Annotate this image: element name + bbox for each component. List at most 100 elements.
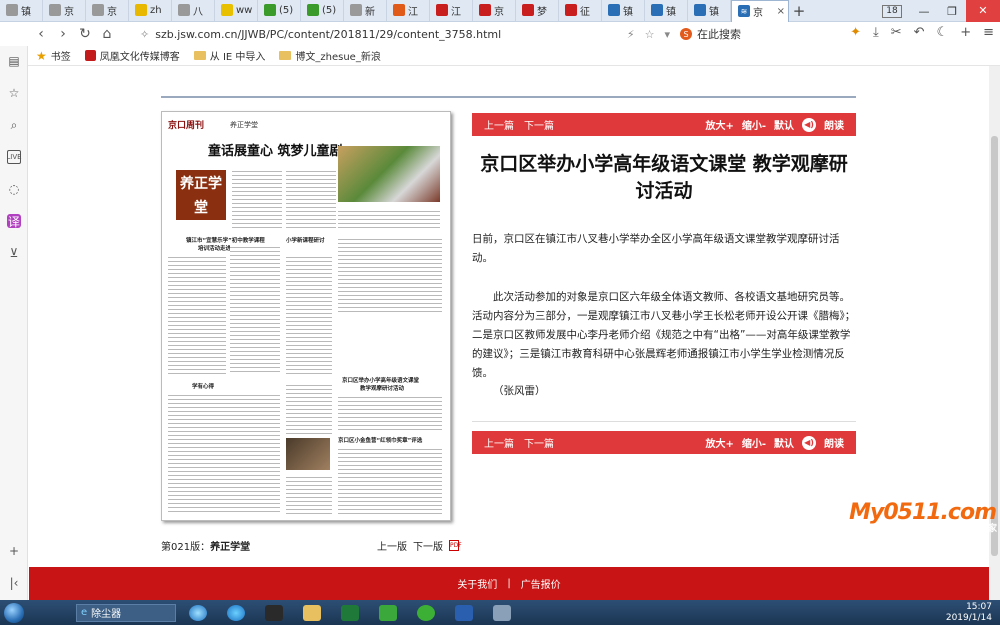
scrollbar-thumb[interactable] (991, 136, 998, 556)
download-icon[interactable]: ⤓ (873, 25, 879, 40)
zoom-out-button[interactable]: 缩小- (742, 117, 766, 132)
add-panel-icon[interactable]: + (7, 544, 21, 558)
search-placeholder[interactable]: 在此搜索 (697, 26, 741, 42)
taskbar-search-text[interactable]: 除尘器 (91, 605, 121, 620)
tab-13[interactable]: 征 (559, 0, 602, 21)
night-mode-icon[interactable]: ☾ (937, 25, 949, 40)
chat-icon[interactable]: ◌ (7, 182, 21, 196)
tab-8[interactable]: 新 (344, 0, 387, 21)
reading-list-icon[interactable]: ▤ (7, 54, 21, 68)
sub-headline[interactable]: 教学观摩研讨活动 (360, 384, 404, 392)
speaker-icon[interactable]: ◀) (802, 435, 816, 450)
compat-mode-icon[interactable]: ⚡ (627, 28, 635, 41)
system-clock[interactable]: 15:07 2019/1/14 (946, 602, 992, 624)
game-icon[interactable]: ✦ (850, 25, 861, 40)
back-button[interactable]: ‹ (30, 26, 52, 42)
undo-icon[interactable]: ↶ (914, 25, 925, 40)
restore-button[interactable]: ❐ (938, 5, 966, 18)
minimize-button[interactable]: — (910, 5, 938, 18)
windows-taskbar: e 除尘器 15:07 2019/1/14 (0, 600, 1000, 625)
read-aloud-button[interactable]: 朗读 (824, 117, 844, 132)
new-tab-button[interactable]: + (789, 2, 809, 20)
tab-9[interactable]: 江 (387, 0, 430, 21)
about-link[interactable]: 关于我们 (457, 576, 497, 591)
bookmark-item[interactable]: 博文_zhesue_新浪 (279, 48, 381, 63)
menu-icon[interactable]: ≡ (983, 25, 994, 40)
default-size-button[interactable]: 默认 (774, 117, 794, 132)
tab-2[interactable]: 京 (86, 0, 129, 21)
bookmark-star-icon[interactable]: ☆ (645, 28, 655, 41)
tab-15[interactable]: 镇 (645, 0, 688, 21)
default-size-button[interactable]: 默认 (774, 435, 794, 450)
prev-article-link[interactable]: 上一篇 (484, 435, 514, 450)
tab-12[interactable]: 梦 (516, 0, 559, 21)
bookmark-item[interactable]: 从 IE 中导入 (193, 48, 265, 63)
sub-headline[interactable]: 京口区举办小学高年级语文课堂 (342, 376, 419, 384)
tab-11[interactable]: 京 (473, 0, 516, 21)
taskbar-search[interactable]: e 除尘器 (76, 603, 176, 622)
start-button[interactable] (0, 600, 28, 625)
close-tab-icon[interactable]: × (777, 6, 785, 17)
speaker-icon[interactable]: ◀) (802, 117, 816, 132)
tab-16[interactable]: 镇 (688, 0, 731, 21)
tab-6[interactable]: (5) (258, 0, 301, 21)
tab-1[interactable]: 京 (43, 0, 86, 21)
tab-7[interactable]: (5) (301, 0, 344, 21)
sub-headline[interactable]: 京口区小金鱼营“红领巾奖章”评选 (338, 436, 422, 444)
tab-0[interactable]: 镇 (0, 0, 43, 21)
taskbar-app[interactable] (258, 601, 290, 624)
newspaper-page[interactable]: 京口周刊 养正学堂 童话展童心 筑梦儿童剧 养正学堂 镇江市“宜慧乐学”初中教学… (161, 111, 451, 521)
taskbar-app[interactable] (220, 601, 252, 624)
prev-page-link[interactable]: 上一版 (377, 538, 407, 553)
home-button[interactable]: ⌂ (96, 26, 118, 42)
read-aloud-button[interactable]: 朗读 (824, 435, 844, 450)
zoom-in-button[interactable]: 放大+ (705, 117, 733, 132)
bookmark-item[interactable]: ★ 书签 (36, 48, 71, 64)
tab-counter[interactable]: 18 (882, 4, 902, 18)
sub-headline[interactable]: 小学新课程研讨 (286, 236, 325, 244)
close-window-button[interactable]: ✕ (966, 0, 1000, 22)
zoom-in-button[interactable]: 放大+ (705, 435, 733, 450)
bookmark-item[interactable]: 凤凰文化传媒博客 (84, 48, 180, 63)
taskbar-app[interactable] (296, 601, 328, 624)
newspaper-headline[interactable]: 童话展童心 筑梦儿童剧 (208, 140, 343, 159)
forward-button[interactable]: › (52, 26, 74, 42)
prev-article-link[interactable]: 上一篇 (484, 117, 514, 132)
tab-10[interactable]: 江 (430, 0, 473, 21)
tab-3[interactable]: zh (129, 0, 172, 21)
taskbar-app[interactable] (486, 601, 518, 624)
tab-14[interactable]: 镇 (602, 0, 645, 21)
taskbar-app[interactable] (182, 601, 214, 624)
search-icon[interactable]: ⌕ (7, 118, 21, 132)
favorites-icon[interactable]: ☆ (7, 86, 21, 100)
next-page-link[interactable]: 下一版 (413, 538, 443, 553)
cut-icon[interactable]: ✂ (891, 25, 902, 40)
live-icon[interactable]: LIVE (6, 150, 22, 164)
search-box[interactable]: S 在此搜索 (680, 25, 800, 43)
zoom-out-button[interactable]: 缩小- (742, 435, 766, 450)
tab-5[interactable]: ww (215, 0, 258, 21)
add-icon[interactable]: + (960, 25, 971, 40)
taskbar-app[interactable] (410, 601, 442, 624)
address-url[interactable]: szb.jsw.com.cn/JJWB/PC/content/201811/29… (155, 28, 501, 41)
next-article-link[interactable]: 下一篇 (524, 117, 554, 132)
article-divider (472, 421, 856, 422)
dropdown-icon[interactable]: ▾ (664, 28, 670, 41)
page-name[interactable]: 养正学堂 (210, 542, 250, 553)
reload-button[interactable]: ↻ (74, 26, 96, 42)
taskbar-app[interactable] (334, 601, 366, 624)
translate-icon[interactable]: 译 (7, 214, 21, 229)
tab-active[interactable]: ≋ 京 × (731, 0, 789, 22)
tab-4[interactable]: 八 (172, 0, 215, 21)
sub-headline[interactable]: 镇江市“宜慧乐学”初中教学课程 (186, 236, 265, 244)
taskbar-app[interactable] (372, 601, 404, 624)
taskbar-app[interactable] (448, 601, 480, 624)
shopping-cart-icon[interactable]: ⊻ (7, 246, 21, 260)
address-bar[interactable]: ✧ szb.jsw.com.cn/JJWB/PC/content/201811/… (140, 25, 670, 43)
pdf-icon[interactable]: PDF (449, 540, 462, 551)
sub-headline[interactable]: 学有心得 (192, 382, 214, 390)
collapse-panel-icon[interactable]: |‹ (7, 576, 21, 590)
search-engine-icon[interactable]: S (680, 28, 692, 40)
next-article-link[interactable]: 下一篇 (524, 435, 554, 450)
ads-link[interactable]: 广告报价 (521, 576, 561, 591)
